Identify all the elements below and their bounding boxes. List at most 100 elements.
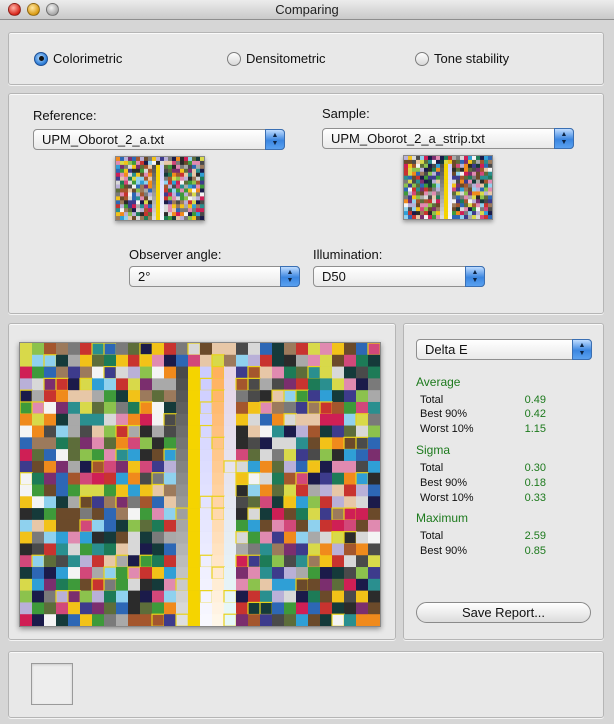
color-patch xyxy=(320,378,333,391)
color-patch xyxy=(180,164,185,170)
color-patch xyxy=(128,531,141,544)
color-patch xyxy=(484,199,489,204)
color-patch xyxy=(452,159,457,165)
color-patch xyxy=(132,196,137,201)
sample-file-popup[interactable]: UPM_Oborot_2_a_strip.txt ▲ ▼ xyxy=(322,128,574,149)
color-patch xyxy=(456,199,461,204)
color-patch xyxy=(180,196,185,201)
color-patch xyxy=(420,171,425,176)
color-patch xyxy=(92,437,105,450)
color-patch xyxy=(116,172,121,177)
color-patch xyxy=(224,437,237,450)
color-patch xyxy=(248,614,261,626)
illumination-popup[interactable]: D50 ▲ ▼ xyxy=(313,266,485,287)
color-patch xyxy=(472,187,477,192)
color-patch xyxy=(56,366,69,379)
color-patch xyxy=(168,200,173,205)
color-patch xyxy=(144,157,149,162)
color-patch xyxy=(188,484,201,497)
color-patch xyxy=(120,208,125,213)
color-patch xyxy=(160,208,165,213)
color-patch xyxy=(20,437,33,450)
popup-arrows-icon: ▲ ▼ xyxy=(554,128,574,149)
color-patch xyxy=(448,175,453,180)
color-patch xyxy=(420,187,425,192)
color-patch xyxy=(236,425,249,438)
color-patch xyxy=(368,472,380,485)
radio-tone-stability[interactable]: Tone stability xyxy=(415,51,509,66)
color-patch xyxy=(79,519,93,533)
color-patch xyxy=(355,413,369,427)
color-patch xyxy=(412,183,417,188)
color-patch xyxy=(248,567,261,580)
color-patch xyxy=(272,531,285,544)
observer-angle-popup[interactable]: 2° ▲ ▼ xyxy=(129,266,300,287)
color-patch xyxy=(132,172,137,177)
color-patch xyxy=(164,354,177,367)
color-patch xyxy=(224,378,237,391)
color-patch xyxy=(164,196,169,201)
color-patch xyxy=(172,168,177,174)
color-patch xyxy=(440,171,445,176)
color-patch xyxy=(128,157,133,162)
color-patch xyxy=(116,366,129,379)
color-patch xyxy=(196,180,201,185)
color-patch xyxy=(200,543,213,556)
color-patch xyxy=(308,413,321,426)
metric-popup[interactable]: Delta E ▲ ▼ xyxy=(416,339,592,360)
color-patch xyxy=(408,159,413,165)
patch-chart[interactable] xyxy=(19,342,381,627)
color-patch xyxy=(344,366,357,379)
color-patch xyxy=(188,216,193,221)
color-patch xyxy=(68,413,81,426)
color-patch xyxy=(248,543,261,556)
color-patch xyxy=(356,366,369,379)
color-patch xyxy=(424,191,429,196)
color-patch xyxy=(488,163,493,169)
color-patch xyxy=(164,164,169,170)
color-patch xyxy=(344,496,357,509)
color-patch xyxy=(104,460,117,474)
color-patch xyxy=(420,175,425,180)
radio-colorimetric[interactable]: Colorimetric xyxy=(34,51,122,66)
color-patch xyxy=(116,519,129,532)
color-patch xyxy=(272,484,285,497)
color-patch xyxy=(184,157,189,162)
color-patch xyxy=(420,211,425,216)
color-patch xyxy=(308,472,321,485)
color-patch xyxy=(56,437,69,450)
color-patch xyxy=(56,343,69,356)
color-patch xyxy=(120,168,125,174)
color-patch xyxy=(128,437,141,450)
color-patch xyxy=(408,211,413,216)
color-patch xyxy=(212,378,225,391)
color-patch xyxy=(168,176,173,181)
color-patch xyxy=(128,176,133,181)
color-patch xyxy=(192,216,197,221)
color-patch xyxy=(116,567,129,580)
color-patch xyxy=(460,159,465,165)
color-patch xyxy=(484,203,489,208)
color-patch xyxy=(440,199,445,204)
radio-densitometric[interactable]: Densitometric xyxy=(227,51,325,66)
color-patch xyxy=(272,496,285,509)
color-patch xyxy=(148,192,153,197)
save-report-button[interactable]: Save Report... xyxy=(416,602,591,623)
color-patch xyxy=(296,531,309,544)
color-patch xyxy=(456,203,461,208)
reference-file-popup[interactable]: UPM_Oborot_2_a.txt ▲ ▼ xyxy=(33,129,285,150)
color-patch xyxy=(20,531,33,544)
color-patch xyxy=(412,175,417,180)
color-patch xyxy=(456,167,461,173)
color-patch xyxy=(448,215,453,220)
color-patch xyxy=(176,496,189,509)
color-patch xyxy=(472,183,477,188)
color-patch xyxy=(68,378,81,391)
color-patch xyxy=(68,437,81,450)
empty-swatch-well[interactable] xyxy=(31,663,73,705)
color-patch xyxy=(91,343,105,356)
color-patch xyxy=(296,508,309,521)
color-patch xyxy=(356,343,369,356)
color-patch xyxy=(120,200,125,205)
color-patch xyxy=(32,496,45,509)
